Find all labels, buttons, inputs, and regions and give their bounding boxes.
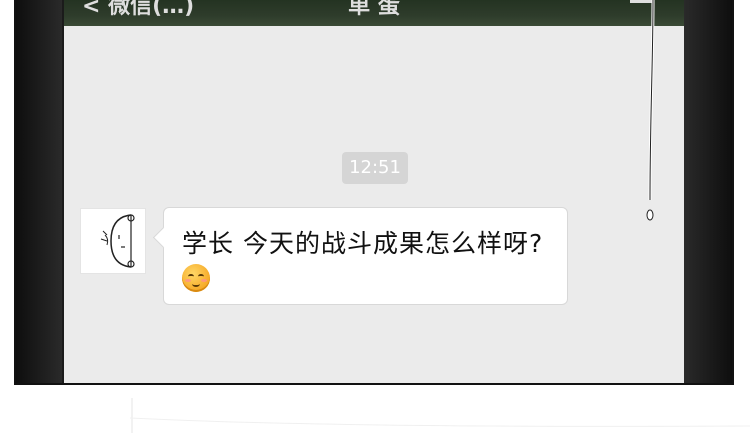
message-bubble[interactable]: 学长 今天的战斗成果怎么样呀? [152,207,568,305]
chat-title: 单 蛋 [348,0,400,19]
sweat-drop-line [646,0,655,221]
smiling-face-emoji-icon [182,264,210,292]
cartoon-peeking-face-icon [100,214,135,268]
contact-avatar[interactable] [80,208,146,274]
chat-nav-bar: < 微信(…) 单 蛋 [64,0,684,26]
message-text: 学长 今天的战斗成果怎么样呀? [182,229,544,258]
emoji-blush-right [201,279,207,282]
emoji-mouth [192,281,200,287]
phone-bezel-right [684,0,732,383]
emoji-blush-left [185,279,191,282]
bubble-tail [152,226,175,249]
message-timestamp: 12:51 [342,152,408,184]
phone-frame: < 微信(…) 单 蛋 12:51 学长 今天的战斗成果怎么样呀? [16,0,732,383]
chat-screen: < 微信(…) 单 蛋 12:51 学长 今天的战斗成果怎么样呀? [64,0,684,383]
phone-bezel-left [16,0,62,383]
comic-panel: < 微信(…) 单 蛋 12:51 学长 今天的战斗成果怎么样呀? [0,0,750,433]
panel-bottom-sketch [130,398,750,433]
